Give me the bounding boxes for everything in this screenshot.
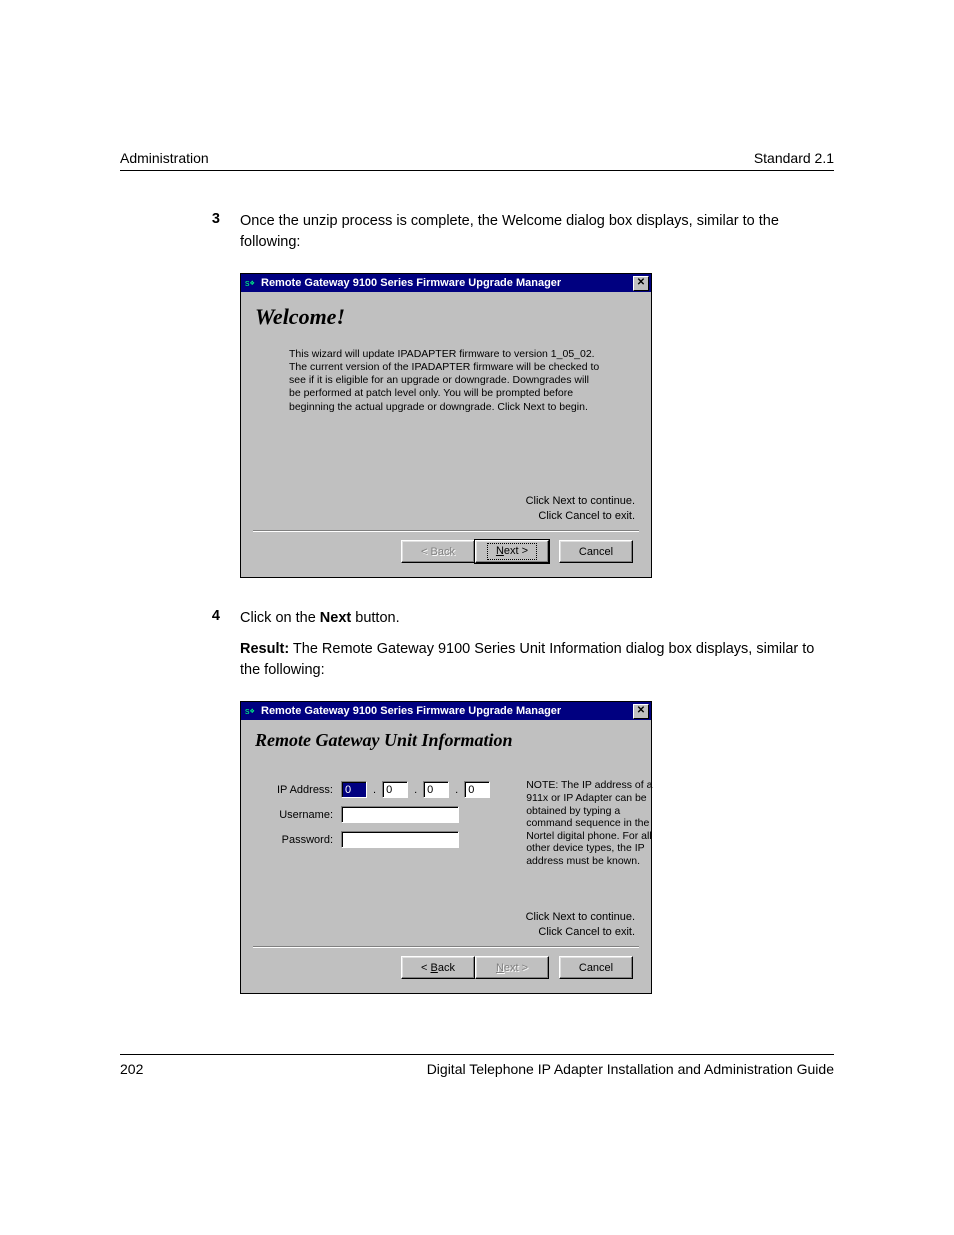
close-icon[interactable]: ✕ bbox=[633, 704, 649, 719]
back-button[interactable]: < Back bbox=[401, 956, 475, 979]
header-left: Administration bbox=[120, 150, 209, 166]
step3-text: Once the unzip process is complete, the … bbox=[240, 211, 834, 253]
unit-info-dialog: s❖ Remote Gateway 9100 Series Firmware U… bbox=[240, 701, 652, 994]
hint-cancel: Click Cancel to exit. bbox=[253, 509, 635, 524]
next-button: Next > bbox=[475, 956, 549, 979]
username-field[interactable] bbox=[341, 806, 459, 823]
step-number: 4 bbox=[120, 608, 240, 691]
next-rest: ext > bbox=[504, 962, 528, 974]
step-number: 3 bbox=[120, 211, 240, 263]
dialog-title: Remote Gateway 9100 Series Firmware Upgr… bbox=[261, 705, 633, 717]
back-pre: < bbox=[421, 962, 430, 974]
s4-pre: Click on the bbox=[240, 610, 320, 626]
dialog-heading: Remote Gateway Unit Information bbox=[255, 730, 639, 751]
dialog-title: Remote Gateway 9100 Series Firmware Upgr… bbox=[261, 277, 633, 289]
next-rest: ext > bbox=[504, 544, 528, 559]
ip-label: IP Address: bbox=[261, 784, 341, 796]
back-underline: B bbox=[431, 962, 438, 974]
titlebar: s❖ Remote Gateway 9100 Series Firmware U… bbox=[241, 702, 651, 720]
username-label: Username: bbox=[261, 809, 341, 821]
wizard-text: This wizard will update IPADAPTER firmwa… bbox=[289, 348, 603, 414]
step4-click: Click on the Next button. bbox=[240, 608, 834, 629]
s4-post: button. bbox=[351, 610, 399, 626]
next-underline: N bbox=[496, 544, 504, 559]
password-label: Password: bbox=[261, 834, 341, 846]
page-number: 202 bbox=[120, 1061, 143, 1077]
cancel-button[interactable]: Cancel bbox=[559, 956, 633, 979]
ip-dot: . bbox=[408, 784, 423, 796]
next-underline: N bbox=[496, 962, 504, 974]
cancel-button[interactable]: Cancel bbox=[559, 540, 633, 563]
hint-next: Click Next to continue. bbox=[253, 910, 635, 925]
next-button[interactable]: Next > bbox=[475, 540, 549, 563]
welcome-dialog: s❖ Remote Gateway 9100 Series Firmware U… bbox=[240, 273, 652, 578]
footer-title: Digital Telephone IP Adapter Installatio… bbox=[427, 1061, 834, 1077]
result-label: Result: bbox=[240, 641, 289, 657]
password-field[interactable] bbox=[341, 831, 459, 848]
ip-dot: . bbox=[367, 784, 382, 796]
ip-octet-1[interactable]: 0 bbox=[341, 781, 367, 798]
ip-octet-2[interactable]: 0 bbox=[382, 781, 408, 798]
ip-note: NOTE: The IP address of a 911x or IP Ada… bbox=[526, 779, 667, 867]
ip-octet-4[interactable]: 0 bbox=[464, 781, 490, 798]
header-right: Standard 2.1 bbox=[754, 150, 834, 166]
back-button: < Back bbox=[401, 540, 475, 563]
close-icon[interactable]: ✕ bbox=[633, 276, 649, 291]
hint-cancel: Click Cancel to exit. bbox=[253, 925, 635, 940]
hint-next: Click Next to continue. bbox=[253, 494, 635, 509]
s4-bold: Next bbox=[320, 610, 351, 626]
ip-octet-3[interactable]: 0 bbox=[423, 781, 449, 798]
dialog-heading: Welcome! bbox=[255, 304, 639, 330]
result-text: The Remote Gateway 9100 Series Unit Info… bbox=[240, 641, 814, 678]
titlebar: s❖ Remote Gateway 9100 Series Firmware U… bbox=[241, 274, 651, 292]
ip-dot: . bbox=[449, 784, 464, 796]
app-icon: s❖ bbox=[243, 704, 257, 718]
app-icon: s❖ bbox=[243, 276, 257, 290]
back-rest: ack bbox=[438, 962, 455, 974]
step4-result: Result: The Remote Gateway 9100 Series U… bbox=[240, 639, 834, 681]
